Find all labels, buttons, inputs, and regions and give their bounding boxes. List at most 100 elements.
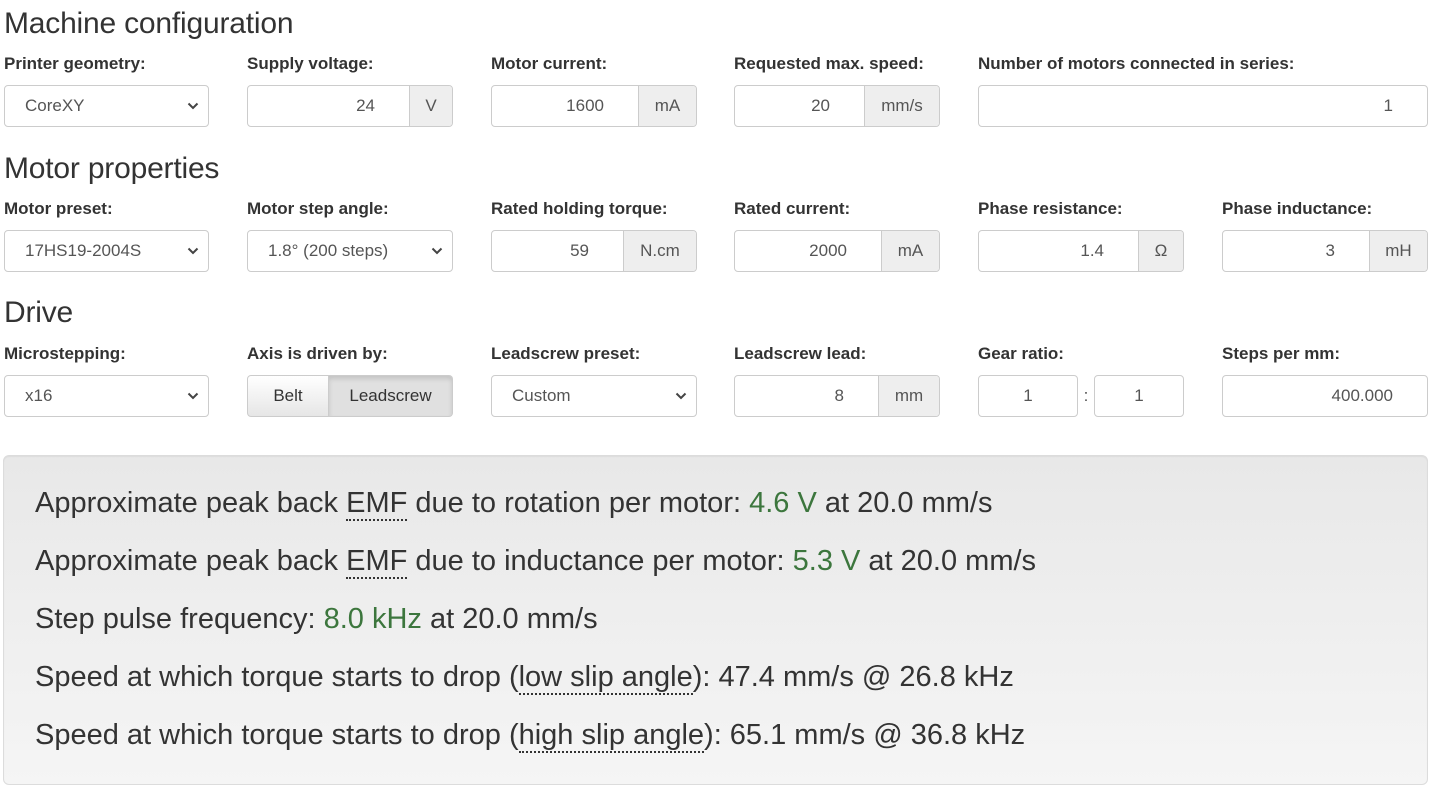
leadscrew-preset-value: Custom [512, 386, 571, 405]
leadscrew-lead-input[interactable]: 8 [735, 376, 878, 416]
emf-inductance-middle: due to inductance per motor: [407, 545, 793, 577]
motors-in-series-label: Number of motors connected in series: [978, 54, 1295, 73]
step-angle-select[interactable]: 1.8° (200 steps) [247, 230, 453, 272]
gear-ratio-field: Gear ratio: 1 : 1 [978, 344, 1184, 417]
phase-inductance-input-group: 3 mH [1222, 230, 1428, 272]
motor-preset-value: 17HS19-2004S [25, 241, 142, 260]
step-frequency-value: 8.0 kHz [323, 603, 422, 635]
steps-per-mm-value: 400.000 [1331, 386, 1393, 405]
motors-in-series-input[interactable]: 1 [979, 86, 1427, 126]
driven-by-label: Axis is driven by: [247, 344, 388, 363]
max-speed-unit: mm/s [864, 86, 939, 126]
emf-rotation-line: Approximate peak back EMF due to rotatio… [35, 486, 993, 521]
step-frequency-line: Step pulse frequency: 8.0 kHz at 20.0 mm… [35, 602, 598, 636]
supply-voltage-label: Supply voltage: [247, 54, 374, 73]
torque-drop-high-value: ): 65.1 mm/s @ 36.8 kHz [704, 719, 1026, 751]
step-angle-value: 1.8° (200 steps) [268, 241, 389, 260]
leadscrew-preset-select[interactable]: Custom [491, 375, 697, 417]
holding-torque-input-group: 59 N.cm [491, 230, 697, 272]
low-slip-angle-abbr[interactable]: low slip angle [518, 661, 693, 695]
gear-ratio-input-b[interactable]: 1 [1094, 375, 1184, 417]
chevron-down-icon [666, 376, 696, 416]
supply-voltage-field: Supply voltage: 24 V [247, 54, 453, 127]
holding-torque-field: Rated holding torque: 59 N.cm [491, 199, 697, 272]
driven-by-toggle: Belt Leadscrew [247, 375, 453, 417]
microstepping-select[interactable]: x16 [4, 375, 209, 417]
gear-ratio-input-a[interactable]: 1 [978, 375, 1078, 417]
motors-in-series-field: Number of motors connected in series: 1 [978, 54, 1428, 127]
emf-abbr[interactable]: EMF [346, 487, 408, 521]
phase-resistance-field: Phase resistance: 1.4 Ω [978, 199, 1184, 272]
supply-voltage-input[interactable]: 24 [248, 86, 409, 126]
printer-geometry-select[interactable]: CoreXY [4, 85, 209, 127]
motor-current-field: Motor current: 1600 mA [491, 54, 697, 127]
motor-current-input[interactable]: 1600 [492, 86, 638, 126]
gear-ratio-label: Gear ratio: [978, 344, 1064, 363]
steps-per-mm-field: Steps per mm: 400.000 [1222, 344, 1428, 417]
emf-rotation-prefix: Approximate peak back [35, 487, 347, 519]
holding-torque-unit: N.cm [623, 231, 696, 271]
rated-current-input[interactable]: 2000 [735, 231, 881, 271]
motor-current-unit: mA [638, 86, 696, 126]
supply-voltage-input-group: 24 V [247, 85, 453, 127]
phase-resistance-unit: Ω [1138, 231, 1183, 271]
torque-drop-low-value: ): 47.4 mm/s @ 26.8 kHz [692, 661, 1014, 693]
microstepping-value: x16 [25, 386, 53, 405]
phase-inductance-unit: mH [1369, 231, 1427, 271]
torque-drop-low-prefix: Speed at which torque starts to drop ( [35, 661, 519, 693]
motor-properties-heading: Motor properties [4, 152, 220, 185]
driven-by-field: Axis is driven by: Belt Leadscrew [247, 344, 453, 417]
printer-geometry-label: Printer geometry: [4, 54, 146, 73]
leadscrew-button[interactable]: Leadscrew [329, 375, 453, 417]
max-speed-field: Requested max. speed: 20 mm/s [734, 54, 940, 127]
motor-preset-select[interactable]: 17HS19-2004S [4, 230, 209, 272]
belt-button[interactable]: Belt [247, 375, 329, 417]
emf-rotation-suffix: at 20.0 mm/s [816, 487, 993, 519]
high-slip-angle-abbr[interactable]: high slip angle [518, 719, 705, 753]
gear-ratio-separator: : [1083, 386, 1089, 405]
torque-drop-high-line: Speed at which torque starts to drop (hi… [35, 718, 1026, 753]
leadscrew-preset-field: Leadscrew preset: Custom [491, 344, 697, 417]
rated-current-label: Rated current: [734, 199, 851, 218]
chevron-down-icon [178, 86, 208, 126]
max-speed-input-group: 20 mm/s [734, 85, 940, 127]
torque-drop-high-prefix: Speed at which torque starts to drop ( [35, 719, 519, 751]
phase-resistance-input-group: 1.4 Ω [978, 230, 1184, 272]
emf-rotation-middle: due to rotation per motor: [407, 487, 750, 519]
phase-resistance-input[interactable]: 1.4 [979, 231, 1138, 271]
phase-inductance-field: Phase inductance: 3 mH [1222, 199, 1428, 272]
max-speed-input[interactable]: 20 [735, 86, 864, 126]
step-frequency-suffix: at 20.0 mm/s [421, 603, 598, 635]
leadscrew-lead-label: Leadscrew lead: [734, 344, 867, 363]
leadscrew-preset-label: Leadscrew preset: [491, 344, 641, 363]
phase-inductance-label: Phase inductance: [1222, 199, 1373, 218]
holding-torque-label: Rated holding torque: [491, 199, 668, 218]
motor-preset-field: Motor preset: 17HS19-2004S [4, 199, 209, 272]
leadscrew-lead-input-group: 8 mm [734, 375, 940, 417]
motor-current-input-group: 1600 mA [491, 85, 697, 127]
emf-rotation-value: 4.6 V [749, 487, 817, 519]
torque-drop-low-line: Speed at which torque starts to drop (lo… [35, 660, 1014, 695]
motors-in-series-input-group: 1 [978, 85, 1428, 127]
printer-geometry-value: CoreXY [25, 96, 85, 115]
motor-preset-label: Motor preset: [4, 199, 113, 218]
steps-per-mm-label: Steps per mm: [1222, 344, 1341, 363]
leadscrew-lead-field: Leadscrew lead: 8 mm [734, 344, 940, 417]
microstepping-field: Microstepping: x16 [4, 344, 209, 417]
leadscrew-lead-unit: mm [878, 376, 939, 416]
gear-ratio-group: 1 : 1 [978, 375, 1184, 417]
machine-config-heading: Machine configuration [4, 7, 294, 40]
steps-per-mm-output: 400.000 [1222, 375, 1428, 417]
chevron-down-icon [422, 231, 452, 271]
step-angle-label: Motor step angle: [247, 199, 389, 218]
supply-voltage-unit: V [409, 86, 452, 126]
step-angle-field: Motor step angle: 1.8° (200 steps) [247, 199, 453, 272]
holding-torque-input[interactable]: 59 [492, 231, 623, 271]
emf-abbr[interactable]: EMF [346, 545, 408, 579]
phase-inductance-input[interactable]: 3 [1223, 231, 1369, 271]
max-speed-label: Requested max. speed: [734, 54, 924, 73]
emf-inductance-prefix: Approximate peak back [35, 545, 347, 577]
rated-current-unit: mA [881, 231, 939, 271]
motor-current-label: Motor current: [491, 54, 608, 73]
emf-inductance-suffix: at 20.0 mm/s [860, 545, 1037, 577]
